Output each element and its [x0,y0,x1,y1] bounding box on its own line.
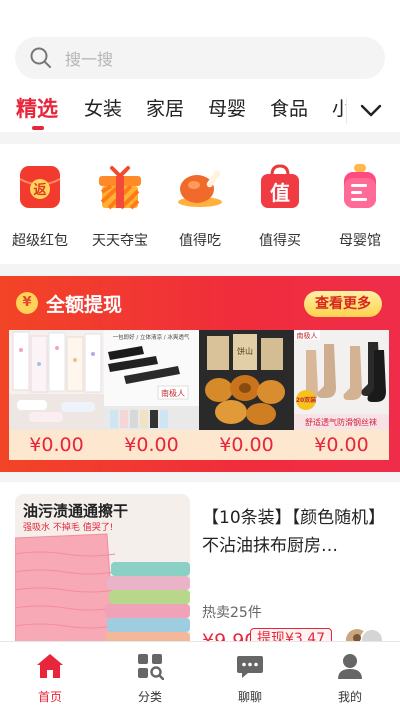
category-worth-eating[interactable]: 值得吃 [162,162,238,250]
chevron-down-icon [360,104,382,117]
bottom-navigation: 首页 分类 聊聊 我的 [0,641,400,711]
gift-box-icon [99,166,141,210]
full-cashout-banner: ¥ 全额提现 查看更多 ¥0.00 一包即好 / 立体清凉 / 冰爽透气 南极人… [0,276,400,472]
category-label: 天天夺宝 [92,233,148,249]
svg-text:南极人: 南极人 [297,331,318,340]
search-placeholder: 搜一搜 [65,50,114,69]
arm-sleeves-product-image: 一包即好 / 立体清凉 / 冰爽透气 南极人 [104,330,199,430]
red-envelope-icon: 返 [19,166,61,208]
svg-text:饼山: 饼山 [237,346,253,356]
nav-label: 首页 [37,690,62,704]
product-price: ¥0.00 [199,430,294,460]
expand-tabs-button[interactable] [356,98,386,124]
svg-text:南极人: 南极人 [161,388,185,398]
tab-featured[interactable]: 精选 [16,93,58,123]
svg-text:强吸水 不掉毛 值哭了!: 强吸水 不掉毛 值哭了! [23,521,113,533]
category-baby-hall[interactable]: 母婴馆 [322,162,398,250]
home-icon [37,654,63,678]
yen-coin-icon: ¥ [16,292,38,314]
nav-profile[interactable]: 我的 [300,652,400,705]
svg-text:值: 值 [270,181,290,205]
tab-women[interactable]: 女装 [84,94,122,121]
svg-text:一包即好 / 立体清凉 / 冰爽透气: 一包即好 / 立体清凉 / 冰爽透气 [113,333,190,341]
tab-home[interactable]: 家居 [146,94,184,121]
nav-label: 分类 [137,690,162,704]
tab-baby[interactable]: 母婴 [208,94,246,121]
sales-count: 热卖25件 [202,605,262,621]
banner-product-card[interactable]: 南极人 20双装 舒适透气防滑钢丝袜 ¥0.00 [294,330,389,460]
search-icon [30,47,51,68]
tab-divider [346,98,347,124]
svg-text:20双装: 20双装 [296,396,316,404]
baby-bottle-icon [344,164,376,208]
pastry-product-image: 饼山 [199,330,294,430]
product-title: 【10条装】【颜色随机】不沾油抹布厨房… [202,508,386,556]
banner-product-card[interactable]: ¥0.00 [9,330,104,460]
category-shortcuts: 返 超级红包 天天夺宝 值得吃 值 值得买 母婴馆 [0,144,400,264]
user-profile-icon [338,654,362,679]
roast-chicken-icon [178,170,222,207]
product-price: ¥0.00 [9,430,104,460]
search-input[interactable]: 搜一搜 [15,37,385,79]
banner-title: 全额提现 [46,294,123,316]
product-list-item[interactable]: 油污渍通通擦干 强吸水 不掉毛 值哭了! 【10条装】【颜色随机】不沾油抹布厨房… [0,482,400,652]
dishcloth-product-image: 油污渍通通擦干 强吸水 不掉毛 值哭了! [15,494,190,652]
svg-text:舒适透气防滑钢丝袜: 舒适透气防滑钢丝袜 [305,417,377,427]
category-worth-buying[interactable]: 值 值得买 [242,162,318,250]
banner-product-card[interactable]: 一包即好 / 立体清凉 / 冰爽透气 南极人 ¥0.00 [104,330,199,460]
tab-food[interactable]: 食品 [270,94,308,121]
nav-chat[interactable]: 聊聊 [200,652,300,705]
category-daily-treasure[interactable]: 天天夺宝 [82,162,158,250]
banner-product-card[interactable]: 饼山 ¥0.00 [199,330,294,460]
chat-bubble-icon [237,656,263,678]
category-label: 值得吃 [179,233,221,249]
nav-label: 我的 [337,690,362,704]
nav-category[interactable]: 分类 [100,652,200,705]
category-grid-icon [138,654,165,681]
category-label: 值得买 [259,233,301,249]
view-more-button[interactable]: 查看更多 [304,291,382,317]
product-price: ¥0.00 [104,430,199,460]
active-tab-indicator [32,126,44,130]
svg-text:油污渍通通擦干: 油污渍通通擦干 [23,502,128,520]
category-label: 母婴馆 [339,233,381,249]
svg-text:返: 返 [33,183,46,198]
category-label: 超级红包 [12,233,68,249]
category-super-red-envelope[interactable]: 返 超级红包 [2,162,78,250]
nav-label: 聊聊 [237,690,262,704]
category-tabs: 精选 女装 家居 母婴 食品 小 [0,90,400,132]
socks-product-image: 南极人 20双装 舒适透气防滑钢丝袜 [294,330,389,430]
tab-more-partial[interactable]: 小 [332,94,346,121]
towels-product-image [9,330,104,430]
product-price: ¥0.00 [294,430,389,460]
header: 搜一搜 精选 女装 家居 母婴 食品 小 [0,0,400,132]
nav-home[interactable]: 首页 [0,652,100,705]
shopping-bag-icon: 值 [261,164,299,208]
